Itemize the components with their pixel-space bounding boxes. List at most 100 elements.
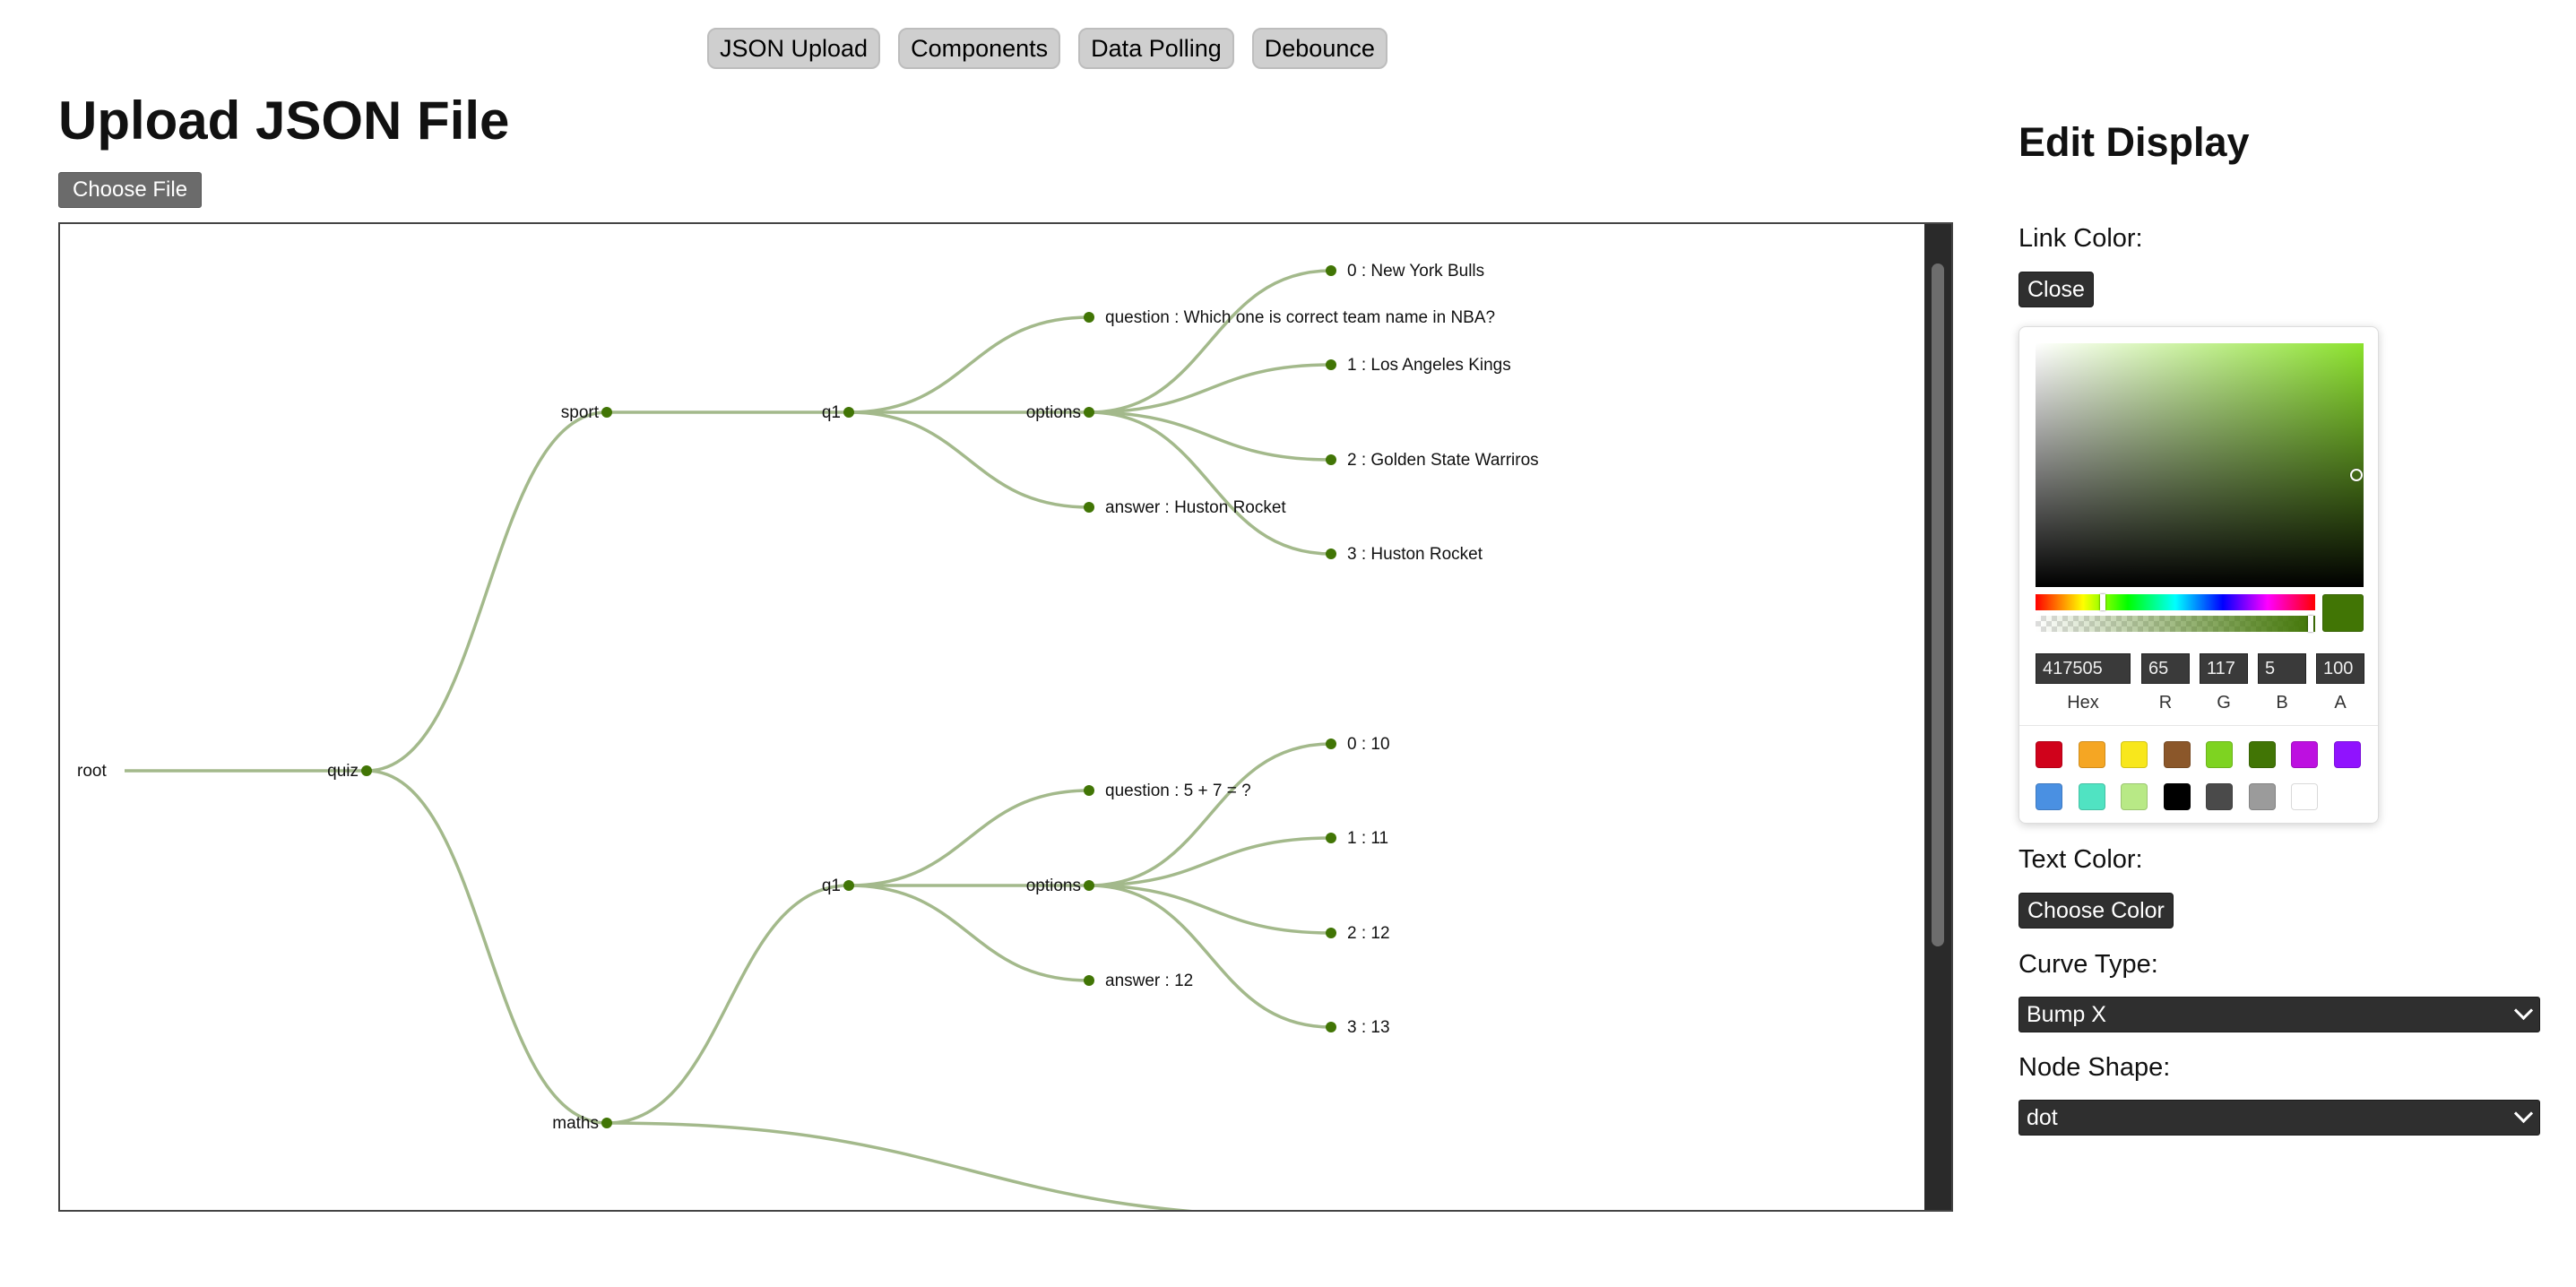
preset-swatch-magenta[interactable] xyxy=(2291,741,2318,768)
hex-input[interactable]: 417505 xyxy=(2036,653,2131,684)
page-title: Upload JSON File xyxy=(58,91,510,151)
preset-swatch-pale-green[interactable] xyxy=(2121,783,2148,810)
preset-swatch-light-green[interactable] xyxy=(2206,741,2233,768)
g-input[interactable]: 117 xyxy=(2200,653,2248,684)
tree-node-label: root xyxy=(77,762,107,781)
tree-node-dot[interactable] xyxy=(1326,928,1336,938)
nav-json-upload-button[interactable]: JSON Upload xyxy=(707,28,881,69)
curve-type-value: Bump X xyxy=(2027,1002,2106,1027)
edit-display-title: Edit Display xyxy=(2018,119,2250,165)
nav-components-button[interactable]: Components xyxy=(898,28,1061,69)
tree-node-dot[interactable] xyxy=(1326,265,1336,276)
link-color-label: Link Color: xyxy=(2018,224,2143,253)
preset-swatch-red[interactable] xyxy=(2036,741,2062,768)
tree-link xyxy=(366,769,608,1125)
tree-node-dot[interactable] xyxy=(1084,407,1094,418)
b-input[interactable]: 5 xyxy=(2258,653,2306,684)
tree-node-label: 0 : 1 xyxy=(1347,1208,1380,1212)
color-picker: 417505 65 117 5 100 Hex R G B A xyxy=(2018,326,2379,824)
tree-scroll-thumb[interactable] xyxy=(1932,263,1944,946)
tree-node-label: q1 xyxy=(822,403,841,422)
tree-node-dot[interactable] xyxy=(601,1118,612,1128)
tree-link xyxy=(606,1121,1193,1210)
tree-link xyxy=(1088,836,1332,887)
tree-node-label: maths xyxy=(552,1114,599,1133)
preset-swatch-blue[interactable] xyxy=(2036,783,2062,810)
a-input[interactable]: 100 xyxy=(2316,653,2364,684)
choose-text-color-button[interactable]: Choose Color xyxy=(2018,893,2174,929)
tree-node-dot[interactable] xyxy=(1326,739,1336,749)
preset-swatch-gray[interactable] xyxy=(2248,783,2276,810)
picker-divider xyxy=(2019,725,2378,726)
tree-node-dot[interactable] xyxy=(1084,312,1094,323)
nav-debounce-button[interactable]: Debounce xyxy=(1251,28,1387,69)
tree-node-label: 0 : New York Bulls xyxy=(1347,262,1484,281)
hue-handle[interactable] xyxy=(2100,594,2105,610)
saturation-handle[interactable] xyxy=(2350,469,2363,481)
preset-swatch-orange[interactable] xyxy=(2078,741,2105,768)
color-preview-swatch xyxy=(2322,594,2364,632)
tree-node-label: 1 : Los Angeles Kings xyxy=(1347,356,1511,375)
hue-slider[interactable] xyxy=(2036,594,2315,610)
b-label: B xyxy=(2276,693,2288,713)
tree-link xyxy=(1088,269,1332,414)
node-shape-select[interactable]: dot xyxy=(2018,1100,2540,1136)
nav-data-polling-button[interactable]: Data Polling xyxy=(1078,28,1234,69)
preset-swatch-black[interactable] xyxy=(2163,783,2191,810)
tree-node-label: options xyxy=(1026,877,1081,895)
preset-swatch-yellow[interactable] xyxy=(2121,741,2148,768)
tree-node-dot[interactable] xyxy=(1084,880,1094,891)
preset-swatch-white[interactable] xyxy=(2291,783,2318,810)
preset-swatch-purple[interactable] xyxy=(2333,741,2361,768)
tree-node-label: 3 : 13 xyxy=(1347,1018,1390,1037)
tree-node-label: q1 xyxy=(822,877,841,895)
tree-link xyxy=(366,410,608,773)
tree-node-dot[interactable] xyxy=(1326,833,1336,843)
alpha-handle[interactable] xyxy=(2308,616,2313,632)
tree-node-label: 3 : Huston Rocket xyxy=(1347,545,1483,564)
tree-viewer[interactable]: root quiz sport q1 options question : Which o… xyxy=(58,222,1953,1212)
tree-link xyxy=(1088,884,1332,935)
tree-link xyxy=(1088,884,1332,1029)
preset-swatch-dark-green[interactable] xyxy=(2248,741,2276,768)
tree-link xyxy=(1088,363,1332,414)
top-nav: JSON Upload Components Data Polling Debo… xyxy=(707,28,1387,69)
tree-canvas: root quiz sport q1 options question : Which o… xyxy=(77,262,1539,1212)
curve-type-label: Curve Type: xyxy=(2018,950,2158,979)
tree-node-dot[interactable] xyxy=(1326,1022,1336,1032)
tree-link xyxy=(1088,742,1332,887)
tree-node-dot[interactable] xyxy=(1326,359,1336,370)
alpha-slider[interactable] xyxy=(2036,616,2315,632)
close-picker-button[interactable]: Close xyxy=(2018,272,2094,307)
r-input[interactable]: 65 xyxy=(2141,653,2190,684)
g-label: G xyxy=(2217,693,2231,713)
tree-node-label: question : 5 + 7 = ? xyxy=(1105,782,1251,800)
chevron-down-icon xyxy=(2513,1103,2534,1124)
preset-swatch-teal[interactable] xyxy=(2078,783,2105,810)
tree-node-dot[interactable] xyxy=(1084,502,1094,513)
tree-node-dot[interactable] xyxy=(1326,548,1336,559)
preset-swatch-brown[interactable] xyxy=(2163,741,2191,768)
tree-link xyxy=(848,789,1090,887)
hex-label: Hex xyxy=(2067,693,2099,713)
tree-link xyxy=(606,884,850,1125)
curve-type-select[interactable]: Bump X xyxy=(2018,997,2540,1032)
saturation-area[interactable] xyxy=(2036,343,2364,587)
tree-node-dot[interactable] xyxy=(1084,975,1094,986)
tree-node-dot[interactable] xyxy=(843,407,854,418)
preset-swatch-dark-gray[interactable] xyxy=(2206,783,2233,810)
choose-file-button[interactable]: Choose File xyxy=(58,172,203,208)
tree-node-dot[interactable] xyxy=(843,880,854,891)
node-shape-label: Node Shape: xyxy=(2018,1053,2171,1082)
r-label: R xyxy=(2158,693,2173,713)
tree-node-dot[interactable] xyxy=(601,407,612,418)
tree-node-label: answer : Huston Rocket xyxy=(1105,498,1286,517)
node-shape-value: dot xyxy=(2027,1105,2058,1130)
tree-node-dot[interactable] xyxy=(1084,785,1094,796)
tree-node-dot[interactable] xyxy=(1326,454,1336,465)
tree-node-label: 2 : 12 xyxy=(1347,924,1390,943)
tree-node-label: 2 : Golden State Warriros xyxy=(1347,451,1539,470)
tree-node-dot[interactable] xyxy=(361,765,372,776)
tree-link xyxy=(848,410,1090,509)
tree-scrollbar[interactable] xyxy=(1924,224,1951,1210)
